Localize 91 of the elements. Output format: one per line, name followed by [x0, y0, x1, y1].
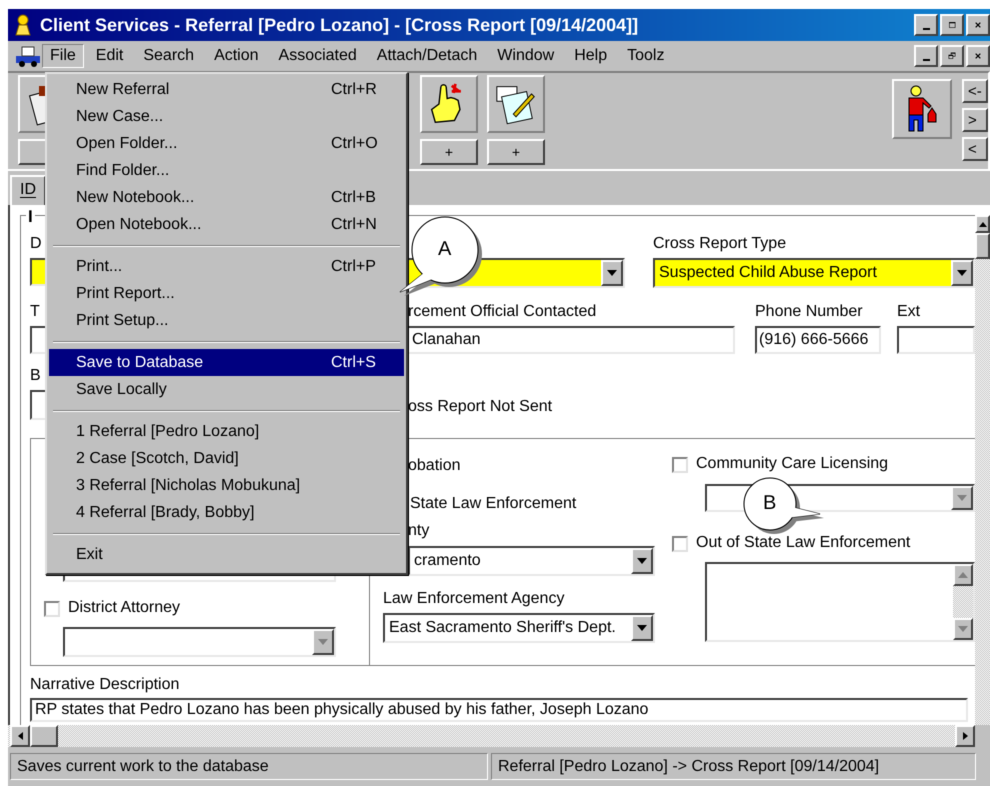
scroll-down-button[interactable]: [953, 618, 973, 640]
menu-item[interactable]: Print Report...: [49, 280, 404, 307]
toolbar-button[interactable]: [420, 75, 478, 133]
menu-item[interactable]: Toolz: [619, 44, 672, 68]
text-area[interactable]: [705, 562, 975, 642]
checkbox-label: oss Report Not Sent: [408, 398, 552, 416]
menu-item[interactable]: 2 Case [Scotch, David]: [49, 445, 404, 472]
caret-icon: [637, 558, 647, 564]
menu-item[interactable]: Print... Ctrl+P: [49, 253, 404, 280]
checkbox[interactable]: [672, 536, 688, 552]
menu-item[interactable]: Save to Database Ctrl+S: [49, 349, 404, 376]
menu-item[interactable]: File: [42, 44, 84, 68]
menu-item[interactable]: New Referral Ctrl+R: [49, 76, 404, 103]
checkbox-label: obation: [408, 457, 460, 475]
menu-item[interactable]: 3 Referral [Nicholas Mobukuna]: [49, 472, 404, 499]
dropdown[interactable]: Suspected Child Abuse Report: [653, 258, 975, 288]
nav-button[interactable]: <: [962, 137, 988, 161]
minimize-button[interactable]: [914, 45, 938, 67]
field-label: Law Enforcement Agency: [383, 590, 564, 608]
menu-item[interactable]: 4 Referral [Brady, Bobby]: [49, 499, 404, 526]
input-field[interactable]: (916) 666-5666: [755, 326, 881, 354]
menu-item[interactable]: New Notebook... Ctrl+B: [49, 184, 404, 211]
field-label: Cross Report Type: [653, 235, 786, 253]
caret-icon: [958, 626, 968, 632]
menu-item[interactable]: Search: [135, 44, 202, 68]
scroll-thumb[interactable]: [30, 725, 58, 747]
tab[interactable]: ID: [10, 175, 46, 205]
nav-button[interactable]: <-: [962, 79, 988, 103]
menu-item[interactable]: Attach/Detach: [368, 44, 486, 68]
field-label: T: [30, 303, 40, 321]
field-label: D: [30, 235, 42, 253]
checkbox[interactable]: [44, 601, 60, 617]
maximize-button[interactable]: [940, 14, 964, 36]
checkbox[interactable]: [672, 457, 688, 473]
field-label: Ext: [897, 303, 920, 321]
field-label: rcement Official Contacted: [407, 303, 596, 321]
checkbox-label: Community Care Licensing: [696, 455, 888, 473]
caret-icon: [637, 625, 647, 631]
right-arrow-icon: [962, 732, 968, 740]
callout-label: B: [763, 492, 776, 515]
dropdown[interactable]: East Sacramento Sheriff's Dept.: [383, 613, 655, 643]
field-label: B: [30, 367, 41, 385]
menu-item[interactable]: Window: [489, 44, 562, 68]
menu-item[interactable]: New Case...: [49, 103, 404, 130]
up-arrow-icon: [958, 572, 968, 578]
input-field[interactable]: [897, 326, 975, 354]
restore-button[interactable]: [940, 45, 964, 67]
minimize-icon: [922, 59, 930, 61]
menu-item[interactable]: Exit: [49, 541, 404, 568]
field-label: Phone Number: [755, 303, 863, 321]
caret-icon: [607, 270, 617, 276]
status-text: Saves current work to the database: [10, 753, 488, 780]
minimize-icon: [922, 28, 930, 30]
menu-item[interactable]: Find Folder...: [49, 157, 404, 184]
caret-icon: [957, 270, 967, 276]
status-text: Referral [Pedro Lozano] -> Cross Report [09/14/2004]: [491, 753, 976, 780]
menu-item[interactable]: Open Folder... Ctrl+O: [49, 130, 404, 157]
caret-icon: [318, 639, 328, 645]
close-button[interactable]: [966, 14, 990, 36]
truck-icon: [14, 44, 42, 68]
menu-item[interactable]: Edit: [88, 44, 132, 68]
menu-item[interactable]: Save Locally: [49, 376, 404, 403]
checkbox-label: Out of State Law Enforcement: [696, 534, 910, 552]
up-arrow-icon: [978, 222, 986, 226]
scroll-left-button[interactable]: [10, 725, 30, 747]
scroll-right-button[interactable]: [955, 725, 975, 747]
input-field[interactable]: RP states that Pedro Lozano has been physically abused by his father, Joseph Lozano: [30, 698, 968, 722]
toolbar-button[interactable]: [892, 79, 952, 139]
add-button[interactable]: +: [487, 139, 545, 165]
dropdown[interactable]: cramento: [408, 546, 655, 576]
menu-item[interactable]: Help: [566, 44, 616, 68]
checkbox-label: District Attorney: [68, 599, 180, 617]
checkbox-label: State Law Enforcement: [410, 495, 576, 513]
menu-item[interactable]: Action: [206, 44, 267, 68]
scroll-up-button[interactable]: [975, 215, 990, 233]
minimize-button[interactable]: [914, 14, 938, 36]
nav-button[interactable]: >: [962, 108, 988, 132]
callout-label: A: [438, 238, 452, 261]
close-button[interactable]: [966, 45, 990, 67]
menu-item[interactable]: Open Notebook... Ctrl+N: [49, 211, 404, 238]
scroll-thumb[interactable]: [975, 233, 990, 259]
menu-item[interactable]: Associated: [270, 44, 365, 68]
add-button[interactable]: +: [420, 139, 478, 165]
field-label: Narrative Description: [30, 676, 180, 694]
field-label: nty: [408, 522, 430, 540]
window-title: Client Services - Referral [Pedro Lozano] - [Cross Report [09/14/2004]]: [40, 14, 640, 36]
menu-item[interactable]: 1 Referral [Pedro Lozano]: [49, 418, 404, 445]
scroll-up-button[interactable]: [953, 564, 973, 586]
left-arrow-icon: [18, 732, 22, 740]
toolbar-button[interactable]: [487, 75, 545, 133]
caret-icon: [957, 495, 967, 501]
